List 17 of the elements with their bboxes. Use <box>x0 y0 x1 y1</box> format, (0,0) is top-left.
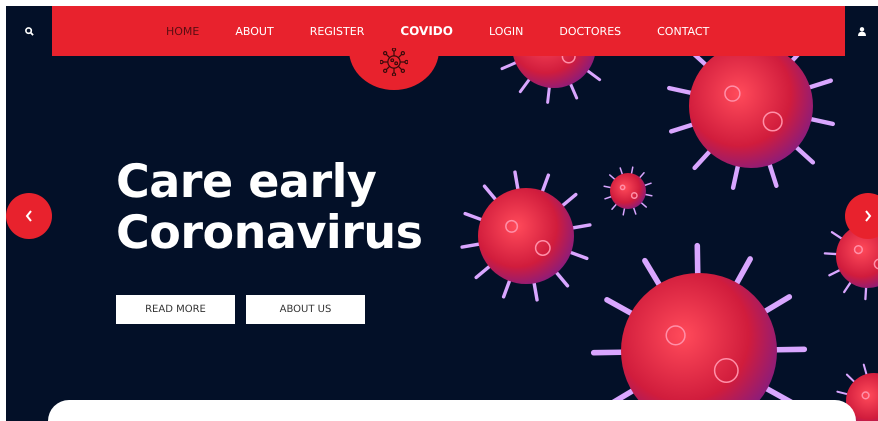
hero-button[interactable]: ABOUT US <box>246 295 365 324</box>
nav-link[interactable]: REGISTER <box>310 24 364 38</box>
nav-link[interactable]: HOME <box>166 24 200 38</box>
nav-link[interactable]: ABOUT <box>235 24 274 38</box>
hero-headline: Care early Coronavirus <box>116 156 423 258</box>
hero-button[interactable]: READ MORE <box>116 295 235 324</box>
next-slide-button[interactable] <box>845 193 878 239</box>
chevron-left-icon <box>25 210 33 222</box>
brand-link[interactable]: COVIDO <box>400 24 453 38</box>
nav-link[interactable]: LOGIN <box>488 24 524 38</box>
virus-icon <box>380 48 408 76</box>
search-icon[interactable] <box>24 26 34 36</box>
nav-link[interactable]: CONTACT <box>657 24 710 38</box>
user-icon[interactable] <box>858 26 866 36</box>
previous-slide-button[interactable] <box>6 193 52 239</box>
nav-link[interactable]: DOCTORES <box>559 24 622 38</box>
chevron-right-icon <box>864 210 872 222</box>
